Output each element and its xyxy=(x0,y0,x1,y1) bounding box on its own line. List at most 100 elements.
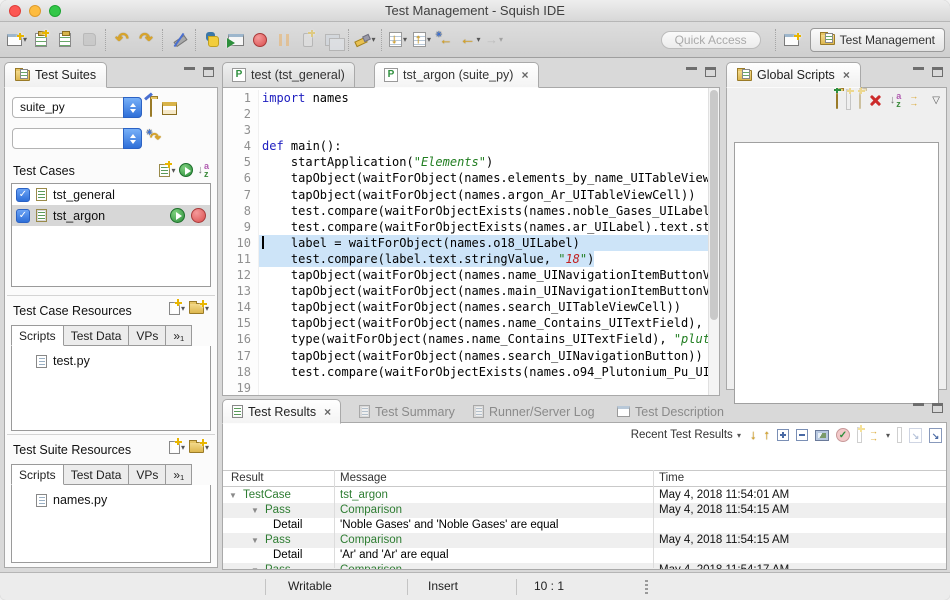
tab-test-data[interactable]: Test Data xyxy=(64,325,130,346)
result-row-pass[interactable]: ▼ PassComparisonMay 4, 2018 11:54:15 AM xyxy=(223,533,946,548)
export-results-button[interactable]: ↘ xyxy=(929,428,942,443)
code-line[interactable]: 9 test.compare(waitForObjectExists(names… xyxy=(223,219,708,235)
sort-button[interactable]: ↓az xyxy=(890,92,902,108)
open-perspective-button[interactable] xyxy=(781,27,803,53)
combo-stepper-icon[interactable] xyxy=(123,128,142,149)
editor-vertical-scrollbar[interactable] xyxy=(708,88,719,395)
redo-button[interactable]: ↷ xyxy=(135,27,157,53)
code-line[interactable]: 11 test.compare(label.text.stringValue, … xyxy=(223,251,708,267)
global-scripts-list[interactable] xyxy=(734,142,939,404)
code-editor[interactable]: 1import names234def main():5 startApplic… xyxy=(222,87,720,396)
add-global-script-dir-button[interactable] xyxy=(836,91,838,109)
view-menu-icon[interactable]: ▽ xyxy=(932,95,940,106)
collapse-all-button[interactable] xyxy=(796,429,808,441)
run-test-button[interactable] xyxy=(225,27,247,53)
dropdown-caret-icon[interactable]: ▾ xyxy=(476,35,480,44)
code-line[interactable]: 18 test.compare(waitForObjectExists(name… xyxy=(223,364,708,380)
spy-button[interactable] xyxy=(168,27,190,53)
tab-scripts[interactable]: Scripts xyxy=(11,464,64,485)
resource-file-test-py[interactable]: test.py xyxy=(12,346,210,368)
tab-test-summary[interactable]: Test Summary xyxy=(350,399,464,424)
object-map-editor-button[interactable]: ✳↷ xyxy=(150,130,161,146)
column-header-time[interactable]: Time xyxy=(659,472,684,484)
tab-test-results[interactable]: Test Results × xyxy=(222,399,341,424)
code-line[interactable]: 10 label = waitForObject(names.o18_UILab… xyxy=(223,235,708,251)
tab-overflow[interactable]: »₁ xyxy=(166,464,192,485)
quick-access-button[interactable]: Quick Access xyxy=(661,31,761,49)
minimize-view-icon[interactable] xyxy=(913,403,924,413)
expander-icon[interactable]: ▼ xyxy=(251,533,259,548)
test-case-row-tst-argon[interactable]: ✓ tst_argon xyxy=(12,205,210,226)
editor-tab-tst-argon[interactable]: P tst_argon (suite_py) × xyxy=(374,62,539,88)
code-line[interactable]: 5 startApplication("Elements") xyxy=(223,154,708,170)
expander-icon[interactable]: ▼ xyxy=(251,563,259,569)
back-button[interactable]: ←▾ xyxy=(459,27,481,53)
close-view-icon[interactable]: × xyxy=(843,68,850,82)
code-line[interactable]: 13 tapObject(waitForObject(names.main_UI… xyxy=(223,283,708,299)
mark-occurrences-button[interactable]: ▾ xyxy=(354,27,376,53)
code-line[interactable]: 12 tapObject(waitForObject(names.name_UI… xyxy=(223,267,708,283)
record-button[interactable] xyxy=(249,27,271,53)
python-console-button[interactable] xyxy=(201,27,223,53)
new-resource-file-button[interactable]: ▾ xyxy=(169,441,185,454)
code-line[interactable]: 4def main(): xyxy=(223,138,708,154)
code-line[interactable]: 16 type(waitForObject(names.name_Contain… xyxy=(223,331,708,347)
run-test-suite-button[interactable] xyxy=(179,163,193,177)
dropdown-caret-icon[interactable]: ▾ xyxy=(886,431,890,440)
open-test-suite-button[interactable] xyxy=(54,27,76,53)
minimize-view-icon[interactable] xyxy=(184,67,195,77)
test-case-row-tst-general[interactable]: ✓ tst_general xyxy=(12,184,210,205)
code-line[interactable]: 2 xyxy=(223,106,708,122)
next-annotation-button[interactable]: ↓▾ xyxy=(387,27,409,53)
editor-tab-test-tst-general[interactable]: P test (tst_general) xyxy=(222,62,355,88)
sort-test-cases-button[interactable]: ↓az xyxy=(197,162,209,178)
filter-combo[interactable] xyxy=(12,128,142,149)
checkbox-checked-icon[interactable]: ✓ xyxy=(16,188,30,202)
run-test-case-button[interactable] xyxy=(170,208,185,223)
last-edit-location-button[interactable]: ✳← xyxy=(435,27,457,53)
new-resource-folder-button[interactable]: ▾ xyxy=(189,303,209,314)
code-line[interactable]: 8 test.compare(waitForObjectExists(names… xyxy=(223,203,708,219)
previous-annotation-button[interactable]: ↑▾ xyxy=(411,27,433,53)
perspective-test-management-button[interactable]: Test Management xyxy=(810,28,945,52)
column-header-result[interactable]: Result xyxy=(231,472,264,484)
next-result-button[interactable]: ↓ xyxy=(750,427,757,443)
suite-select-combo[interactable]: suite_py xyxy=(12,97,142,118)
result-row-detail[interactable]: Detail'Noble Gases' and 'Noble Gases' ar… xyxy=(223,518,946,533)
close-tab-icon[interactable]: × xyxy=(521,68,528,82)
screenshots-button[interactable] xyxy=(815,430,829,441)
dropdown-caret-icon[interactable]: ▾ xyxy=(427,35,431,44)
record-test-case-button[interactable] xyxy=(191,208,206,223)
maximize-view-icon[interactable] xyxy=(932,67,943,77)
minimize-view-icon[interactable] xyxy=(686,67,697,77)
object-map-button[interactable] xyxy=(150,99,152,117)
combo-stepper-icon[interactable] xyxy=(123,97,142,118)
new-test-case-button[interactable] xyxy=(30,27,52,53)
undo-button[interactable]: ↶ xyxy=(111,27,133,53)
code-line[interactable]: 14 tapObject(waitForObject(names.search_… xyxy=(223,299,708,315)
tab-vps[interactable]: VPs xyxy=(129,464,166,485)
new-resource-folder-button[interactable]: ▾ xyxy=(189,442,209,453)
dropdown-caret-icon[interactable]: ▾ xyxy=(371,35,375,44)
dropdown-caret-icon[interactable]: ▾ xyxy=(403,35,407,44)
tab-overflow[interactable]: »₁ xyxy=(166,325,192,346)
new-test-case-button[interactable]: ▾ xyxy=(159,164,175,177)
new-resource-file-button[interactable]: ▾ xyxy=(169,302,185,315)
maximize-view-icon[interactable] xyxy=(203,67,214,77)
expand-all-button[interactable] xyxy=(777,429,789,441)
previous-result-button[interactable]: ↑ xyxy=(763,427,770,443)
link-with-editor-button[interactable]: →→ xyxy=(909,93,918,107)
code-line[interactable]: 3 xyxy=(223,122,708,138)
resource-file-names-py[interactable]: names.py xyxy=(12,485,210,507)
tab-test-description[interactable]: Test Description xyxy=(608,399,733,424)
tab-runner-server-log[interactable]: Runner/Server Log xyxy=(464,399,604,424)
result-row-pass[interactable]: ▼ PassComparisonMay 4, 2018 11:54:17 AM xyxy=(223,563,946,569)
tab-test-data[interactable]: Test Data xyxy=(64,464,130,485)
expander-icon[interactable]: ▼ xyxy=(251,503,259,518)
statusbar-grip[interactable] xyxy=(645,580,648,594)
delete-button[interactable] xyxy=(869,94,882,107)
code-line[interactable]: 1import names xyxy=(223,90,708,106)
maximize-view-icon[interactable] xyxy=(932,403,943,413)
code-line[interactable]: 6 tapObject(waitForObject(names.elements… xyxy=(223,170,708,186)
maximize-view-icon[interactable] xyxy=(705,67,716,77)
